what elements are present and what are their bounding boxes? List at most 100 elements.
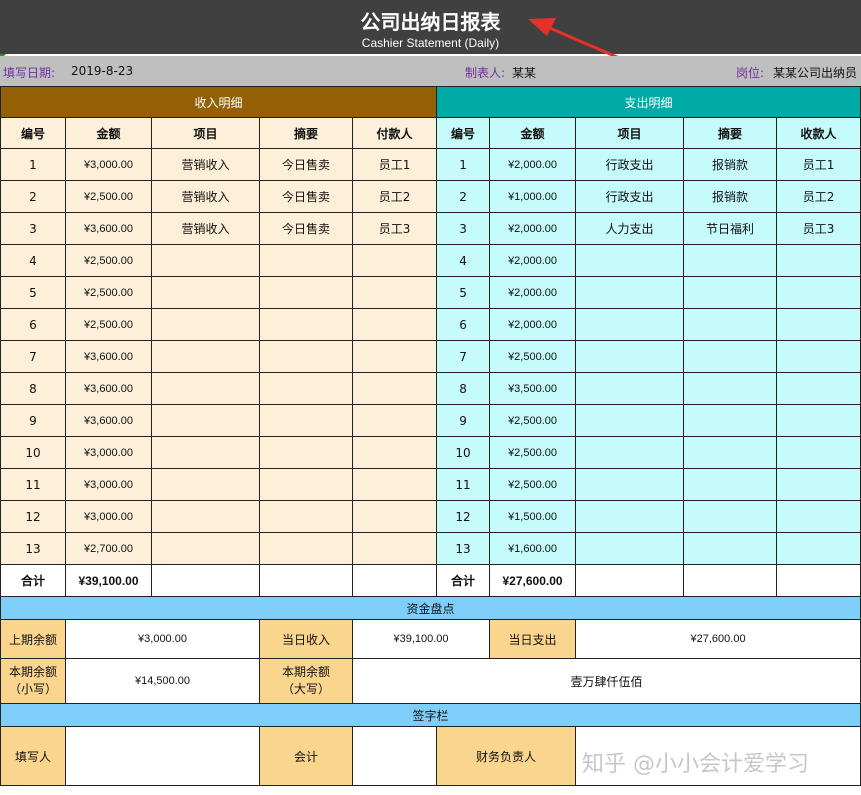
income-payer-cell[interactable]: [351, 532, 438, 565]
expense-payee-cell[interactable]: [776, 244, 861, 277]
cur-balance-small-value[interactable]: ¥14,500.00: [65, 658, 260, 704]
expense-summary-cell[interactable]: [683, 532, 778, 565]
income-amount-cell[interactable]: ¥3,000.00: [65, 468, 152, 501]
expense-summary-cell[interactable]: 报销款: [683, 180, 778, 213]
income-amount-cell[interactable]: ¥2,500.00: [65, 308, 152, 341]
expense-payee-cell[interactable]: [776, 340, 861, 373]
income-item-cell[interactable]: [151, 404, 260, 437]
income-summary-cell[interactable]: 今日售卖: [259, 212, 353, 245]
expense-total-empty[interactable]: [776, 564, 861, 597]
income-payer-cell[interactable]: 员工2: [351, 180, 438, 213]
income-item-cell[interactable]: [151, 340, 260, 373]
income-summary-cell[interactable]: [259, 436, 353, 469]
income-payer-cell[interactable]: 员工1: [351, 148, 438, 181]
expense-payee-cell[interactable]: [776, 468, 861, 501]
accountant-signature-field[interactable]: [351, 726, 438, 786]
date-value[interactable]: 2019-8-23: [71, 64, 133, 78]
income-summary-cell[interactable]: 今日售卖: [259, 148, 353, 181]
income-summary-cell[interactable]: [259, 244, 353, 277]
expense-item-cell[interactable]: 人力支出: [575, 212, 685, 245]
expense-amount-cell[interactable]: ¥2,500.00: [489, 468, 577, 501]
expense-item-cell[interactable]: [575, 436, 685, 469]
expense-item-cell[interactable]: [575, 468, 685, 501]
expense-payee-cell[interactable]: [776, 276, 861, 309]
expense-payee-cell[interactable]: [776, 436, 861, 469]
income-payer-cell[interactable]: [351, 500, 438, 533]
expense-item-cell[interactable]: [575, 244, 685, 277]
income-summary-cell[interactable]: [259, 276, 353, 309]
income-total-empty[interactable]: [259, 564, 353, 597]
income-amount-cell[interactable]: ¥2,500.00: [65, 276, 152, 309]
expense-item-cell[interactable]: [575, 404, 685, 437]
expense-amount-cell[interactable]: ¥1,500.00: [489, 500, 577, 533]
today-income-value[interactable]: ¥39,100.00: [351, 619, 491, 659]
expense-amount-cell[interactable]: ¥2,000.00: [489, 276, 577, 309]
expense-amount-cell[interactable]: ¥2,500.00: [489, 436, 577, 469]
expense-payee-cell[interactable]: [776, 404, 861, 437]
expense-payee-cell[interactable]: [776, 532, 861, 565]
expense-summary-cell[interactable]: [683, 468, 778, 501]
expense-summary-cell[interactable]: [683, 404, 778, 437]
income-item-cell[interactable]: [151, 372, 260, 405]
expense-amount-cell[interactable]: ¥2,000.00: [489, 244, 577, 277]
income-amount-cell[interactable]: ¥2,700.00: [65, 532, 152, 565]
income-item-cell[interactable]: [151, 308, 260, 341]
income-item-cell[interactable]: [151, 244, 260, 277]
expense-payee-cell[interactable]: 员工2: [776, 180, 861, 213]
income-amount-cell[interactable]: ¥3,600.00: [65, 340, 152, 373]
expense-payee-cell[interactable]: [776, 308, 861, 341]
cur-balance-big-value[interactable]: 壹万肆仟伍佰: [351, 658, 861, 704]
income-amount-cell[interactable]: ¥2,500.00: [65, 180, 152, 213]
income-total-empty[interactable]: [351, 564, 438, 597]
income-summary-cell[interactable]: [259, 532, 353, 565]
income-payer-cell[interactable]: 员工3: [351, 212, 438, 245]
expense-summary-cell[interactable]: 节日福利: [683, 212, 778, 245]
income-amount-cell[interactable]: ¥3,000.00: [65, 148, 152, 181]
preparer-value[interactable]: 某某: [512, 64, 536, 81]
income-summary-cell[interactable]: 今日售卖: [259, 180, 353, 213]
income-summary-cell[interactable]: [259, 468, 353, 501]
expense-total-empty[interactable]: [575, 564, 685, 597]
expense-amount-cell[interactable]: ¥2,000.00: [489, 148, 577, 181]
income-payer-cell[interactable]: [351, 372, 438, 405]
expense-item-cell[interactable]: [575, 500, 685, 533]
income-summary-cell[interactable]: [259, 500, 353, 533]
expense-amount-cell[interactable]: ¥1,000.00: [489, 180, 577, 213]
income-summary-cell[interactable]: [259, 308, 353, 341]
income-item-cell[interactable]: [151, 468, 260, 501]
expense-summary-cell[interactable]: [683, 500, 778, 533]
income-payer-cell[interactable]: [351, 276, 438, 309]
filler-signature-field[interactable]: [65, 726, 260, 786]
income-summary-cell[interactable]: [259, 372, 353, 405]
income-amount-cell[interactable]: ¥3,000.00: [65, 436, 152, 469]
income-payer-cell[interactable]: [351, 340, 438, 373]
expense-summary-cell[interactable]: [683, 372, 778, 405]
expense-payee-cell[interactable]: 员工1: [776, 148, 861, 181]
expense-summary-cell[interactable]: [683, 244, 778, 277]
expense-payee-cell[interactable]: 员工3: [776, 212, 861, 245]
income-summary-cell[interactable]: [259, 404, 353, 437]
expense-summary-cell[interactable]: [683, 308, 778, 341]
income-summary-cell[interactable]: [259, 340, 353, 373]
income-payer-cell[interactable]: [351, 404, 438, 437]
income-payer-cell[interactable]: [351, 244, 438, 277]
expense-amount-cell[interactable]: ¥2,000.00: [489, 212, 577, 245]
expense-amount-cell[interactable]: ¥1,600.00: [489, 532, 577, 565]
expense-summary-cell[interactable]: [683, 436, 778, 469]
expense-amount-cell[interactable]: ¥2,500.00: [489, 404, 577, 437]
expense-summary-cell[interactable]: [683, 340, 778, 373]
expense-item-cell[interactable]: [575, 340, 685, 373]
income-item-cell[interactable]: [151, 532, 260, 565]
income-payer-cell[interactable]: [351, 308, 438, 341]
income-item-cell[interactable]: [151, 436, 260, 469]
income-total-empty[interactable]: [151, 564, 260, 597]
expense-item-cell[interactable]: [575, 276, 685, 309]
expense-item-cell[interactable]: [575, 532, 685, 565]
expense-summary-cell[interactable]: 报销款: [683, 148, 778, 181]
post-value[interactable]: 某某公司出纳员: [773, 64, 857, 81]
income-item-cell[interactable]: [151, 276, 260, 309]
expense-summary-cell[interactable]: [683, 276, 778, 309]
income-amount-cell[interactable]: ¥3,000.00: [65, 500, 152, 533]
expense-payee-cell[interactable]: [776, 372, 861, 405]
income-payer-cell[interactable]: [351, 436, 438, 469]
